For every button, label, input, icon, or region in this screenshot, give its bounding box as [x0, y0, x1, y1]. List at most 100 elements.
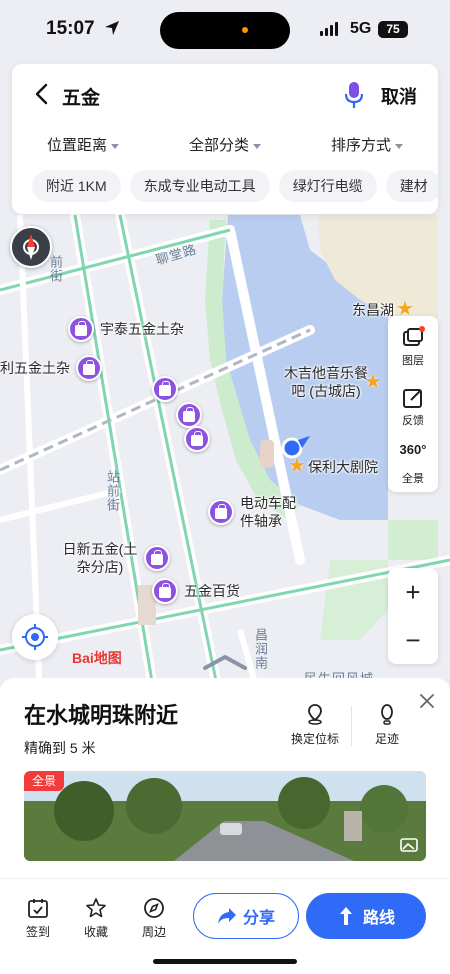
- footprint-icon: [381, 704, 393, 725]
- panorama-label: 全景: [402, 473, 424, 485]
- route-label: 路线: [362, 910, 395, 927]
- filter-distance[interactable]: 位置距离: [12, 134, 154, 158]
- shop-bag-icon: [152, 578, 178, 604]
- shop-bag-icon: [68, 316, 94, 342]
- shop-bag-icon: [184, 426, 210, 452]
- search-bar: 五金 取消: [12, 64, 438, 124]
- chip[interactable]: 绿灯行电缆: [278, 170, 377, 202]
- location-arrow-icon: [105, 21, 119, 35]
- favorite-label: 收藏: [83, 925, 108, 939]
- star-icon: ★: [288, 455, 306, 477]
- shop-bag-icon: [152, 376, 178, 402]
- share-label: 分享: [242, 910, 275, 927]
- map-tools: 图层 反馈 360° 全景: [388, 316, 438, 492]
- footprint-label: 足迹: [374, 732, 399, 746]
- poi-marker[interactable]: 五金百货: [152, 578, 240, 604]
- poi-label: 利五金土杂: [0, 360, 70, 376]
- poi-marker[interactable]: 电动车配件轴承: [208, 494, 304, 530]
- filter-label: 全部分类: [188, 137, 249, 154]
- poi-label: 五金百货: [184, 583, 240, 599]
- chip[interactable]: 建材: [385, 170, 438, 202]
- microphone-icon[interactable]: [342, 80, 366, 110]
- location-card: 在水城明珠附近 精确到 5 米 换定位标 足迹 全景: [0, 678, 450, 878]
- back-arrow-icon[interactable]: [28, 80, 56, 108]
- dynamic-island: [160, 12, 290, 49]
- place-label: 保利大剧院: [308, 459, 378, 475]
- poi-marker[interactable]: [176, 402, 202, 428]
- fix-location-button[interactable]: 换定位标: [280, 702, 350, 747]
- poi-marker[interactable]: [184, 426, 210, 452]
- poi-marker[interactable]: [152, 376, 178, 402]
- route-button[interactable]: 路线: [306, 893, 426, 939]
- calendar-check-icon: [28, 899, 48, 918]
- layers-label: 图层: [402, 355, 424, 367]
- place-label: 东昌湖: [352, 302, 394, 318]
- footprint-button[interactable]: 足迹: [352, 702, 422, 747]
- poi-marker[interactable]: 宇泰五金土杂: [68, 316, 184, 342]
- chip-list: 附近 1KM 东成专业电动工具 绿灯行电缆 建材: [32, 170, 438, 202]
- feedback-button[interactable]: 反馈: [388, 378, 438, 430]
- feedback-label: 反馈: [402, 415, 424, 427]
- panorama-badge: 全景: [24, 771, 65, 791]
- panorama-button[interactable]: 360° 全景: [388, 436, 438, 488]
- share-arrow-icon: [217, 908, 236, 924]
- chevron-up-icon[interactable]: [203, 654, 247, 670]
- checkin-button[interactable]: 签到: [18, 897, 58, 940]
- chip[interactable]: 东成专业电动工具: [129, 170, 270, 202]
- nearby-label: 周边: [141, 925, 166, 939]
- signal-icon: [320, 22, 338, 36]
- shop-bag-icon: [208, 499, 234, 525]
- image-icon: [400, 838, 418, 852]
- baidu-logo: Bai地图: [72, 650, 122, 666]
- nearby-button[interactable]: 周边: [134, 897, 174, 940]
- locate-icon: [22, 624, 48, 650]
- star-outline-icon: [86, 898, 106, 918]
- shop-bag-icon: [144, 545, 170, 571]
- clock: 15:07: [46, 18, 95, 39]
- search-input[interactable]: 五金: [62, 83, 100, 110]
- chip[interactable]: 附近 1KM: [32, 170, 121, 202]
- poi-label: 宇泰五金土杂: [100, 321, 184, 337]
- caret-down-icon: [111, 143, 119, 149]
- road-label: 站前街: [105, 470, 120, 512]
- caret-down-icon: [395, 143, 403, 149]
- layers-button[interactable]: 图层: [388, 318, 438, 370]
- layers-icon: [403, 326, 425, 346]
- zoom-controls: + −: [388, 568, 438, 664]
- fix-location-label: 换定位标: [290, 732, 339, 746]
- location-title: 在水城明珠附近: [24, 703, 179, 728]
- panorama-preview[interactable]: 全景: [24, 771, 426, 861]
- star-icon: ★: [364, 371, 382, 393]
- place-label: 木吉他音乐餐吧 (古城店): [284, 365, 368, 399]
- status-bar: 15:07 5G 75: [0, 0, 450, 60]
- filter-row: 位置距离 全部分类 排序方式: [12, 134, 438, 158]
- battery-icon: 75: [378, 21, 408, 38]
- compass-icon[interactable]: [10, 226, 52, 268]
- compass-outline-icon: [144, 898, 164, 918]
- poi-marker[interactable]: 日新五金(土杂分店): [62, 540, 170, 576]
- bottom-action-bar: 签到 收藏 周边 分享 路线: [0, 878, 450, 974]
- locate-button[interactable]: [12, 614, 58, 660]
- poi-marker[interactable]: 利五金土杂: [0, 355, 102, 381]
- caret-down-icon: [253, 143, 261, 149]
- network-type: 5G: [350, 20, 372, 37]
- share-button[interactable]: 分享: [193, 893, 299, 939]
- home-indicator: [153, 959, 297, 964]
- road-label: 昌润南: [253, 628, 268, 670]
- shop-bag-icon: [176, 402, 202, 428]
- filter-sort[interactable]: 排序方式: [296, 134, 438, 158]
- poi-label: 日新五金(土杂分店): [62, 541, 138, 575]
- filter-label: 排序方式: [330, 137, 391, 154]
- favorite-button[interactable]: 收藏: [76, 897, 116, 940]
- zoom-out-button[interactable]: −: [388, 616, 438, 664]
- pin-icon: [308, 704, 322, 725]
- checkin-label: 签到: [25, 925, 50, 939]
- filter-category[interactable]: 全部分类: [154, 134, 296, 158]
- zoom-in-button[interactable]: +: [388, 568, 438, 616]
- shop-bag-icon: [76, 355, 102, 381]
- panorama-360-icon: 360°: [399, 442, 427, 457]
- route-arrow-icon: [339, 907, 352, 925]
- cancel-button[interactable]: 取消: [381, 83, 417, 109]
- accuracy-text: 精确到 5 米: [24, 740, 96, 756]
- filter-label: 位置距离: [46, 137, 107, 154]
